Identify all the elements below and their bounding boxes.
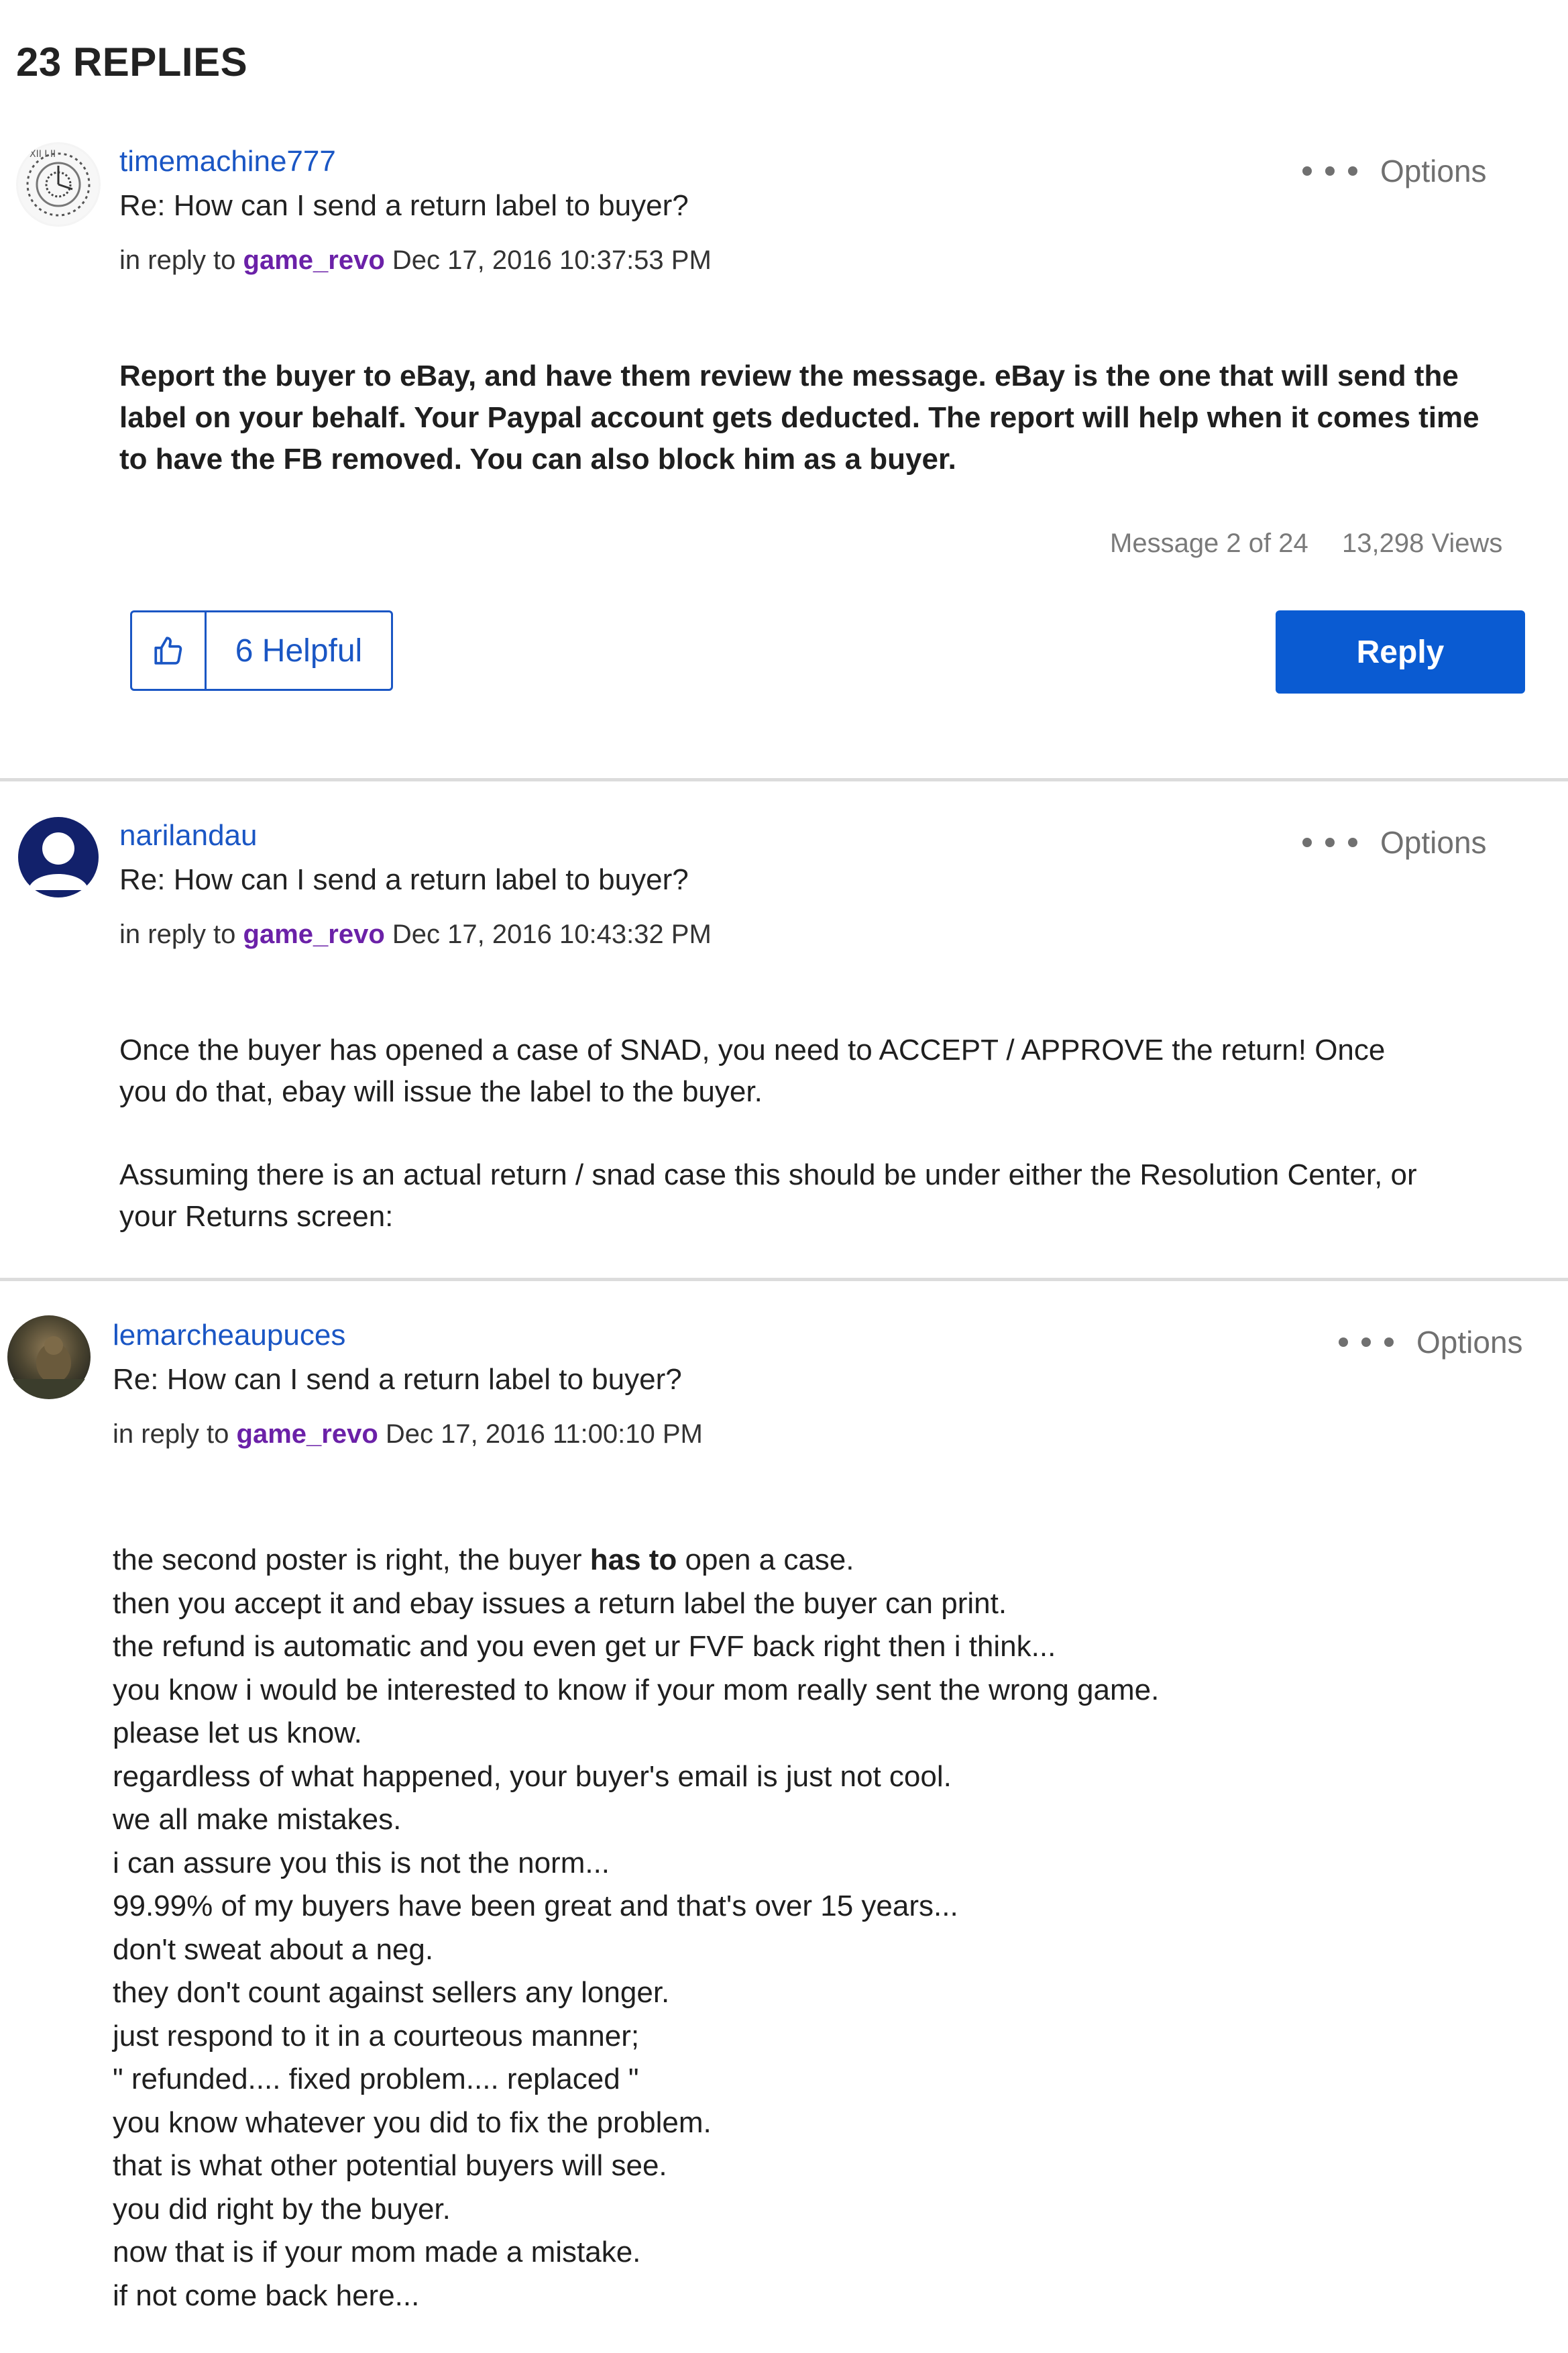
- post-timestamp: Dec 17, 2016 11:00:10 PM: [385, 1419, 703, 1449]
- body-line: " refunded.... fixed problem.... replace…: [113, 2063, 639, 2095]
- post-author[interactable]: timemachine777: [119, 145, 336, 178]
- photo-avatar-icon: [7, 1315, 91, 1399]
- body-line: [119, 1113, 1417, 1154]
- post-body: Report the buyer to eBay, and have them …: [119, 355, 1479, 480]
- more-dots-icon: [1302, 838, 1357, 847]
- body-line: you do that, ebay will issue the label t…: [119, 1075, 763, 1108]
- in-reply-prefix: in reply to: [113, 1419, 229, 1449]
- more-dots-icon: [1339, 1337, 1394, 1347]
- body-line: Once the buyer has opened a case of SNAD…: [119, 1034, 1386, 1066]
- body-line: now that is if your mom made a mistake.: [113, 2236, 641, 2268]
- post-author[interactable]: narilandau: [119, 819, 258, 853]
- body-line: regardless of what happened, your buyer'…: [113, 1759, 952, 1793]
- in-reply-prefix: in reply to: [119, 920, 236, 949]
- body-line: you know whatever you did to fix the pro…: [113, 2105, 712, 2139]
- body-line: your Returns screen:: [119, 1200, 394, 1233]
- reply-post: narilandau Re: How can I send a return l…: [0, 781, 1568, 1278]
- post-body: the second poster is right, the buyer ha…: [113, 1539, 1159, 2317]
- message-stats: Message 2 of 24 13,298 Views: [1110, 529, 1502, 559]
- message-position: Message 2 of 24: [1110, 529, 1308, 558]
- clock-avatar-icon: XII I II: [18, 144, 99, 225]
- helpful-button[interactable]: 6 Helpful: [130, 610, 393, 691]
- options-menu[interactable]: Options: [1302, 153, 1487, 189]
- reply-to-user-link[interactable]: game_revo: [243, 245, 385, 275]
- post-timestamp: Dec 17, 2016 10:37:53 PM: [392, 245, 712, 275]
- view-count: 13,298 Views: [1342, 529, 1503, 558]
- body-line: just respond to it in a courteous manner…: [113, 2019, 640, 2053]
- body-line: don't sweat about a neg.: [113, 1932, 434, 1966]
- thumbs-up-icon: [132, 612, 207, 689]
- reply-button[interactable]: Reply: [1276, 610, 1525, 694]
- reply-to-user-link[interactable]: game_revo: [237, 1419, 378, 1449]
- post-subject: Re: How can I send a return label to buy…: [113, 1363, 682, 1396]
- reply-to-user-link[interactable]: game_revo: [243, 920, 385, 949]
- body-line: label on your behalf. Your Paypal accoun…: [119, 401, 1479, 434]
- post-meta: in reply to game_revo Dec 17, 2016 10:37…: [119, 245, 712, 276]
- body-line: to have the FB removed. You can also blo…: [119, 443, 956, 476]
- avatar[interactable]: [16, 815, 101, 899]
- post-meta: in reply to game_revo Dec 17, 2016 10:43…: [119, 920, 712, 950]
- post-subject: Re: How can I send a return label to buy…: [119, 863, 689, 896]
- helpful-count: 6 Helpful: [235, 633, 363, 669]
- post-author[interactable]: lemarcheaupuces: [113, 1319, 345, 1352]
- in-reply-prefix: in reply to: [119, 245, 236, 275]
- more-dots-icon: [1302, 166, 1357, 176]
- body-line: i can assure you this is not the norm...: [113, 1846, 610, 1879]
- avatar[interactable]: XII I II: [16, 142, 101, 227]
- body-line: 99.99% of my buyers have been great and …: [113, 1890, 958, 1922]
- post-timestamp: Dec 17, 2016 10:43:32 PM: [392, 920, 712, 949]
- default-user-icon: [18, 817, 99, 897]
- options-label: Options: [1380, 825, 1487, 860]
- options-label: Options: [1416, 1325, 1523, 1360]
- svg-text:XII I II: XII I II: [30, 149, 56, 160]
- body-text-part: open a case.: [677, 1543, 854, 1576]
- body-line: they don't count against sellers any lon…: [113, 1976, 670, 2009]
- body-line: the second poster is right, the buyer ha…: [113, 1539, 1159, 1582]
- body-line: then you accept it and ebay issues a ret…: [113, 1586, 1007, 1620]
- body-line: you know i would be interested to know i…: [113, 1673, 1160, 1706]
- body-line: we all make mistakes.: [113, 1803, 402, 1836]
- body-line: Assuming there is an actual return / sna…: [119, 1158, 1417, 1191]
- reply-post: XII I II timemachine777 Re: How can I se…: [0, 0, 1568, 778]
- body-line: please let us know.: [113, 1716, 362, 1749]
- body-emphasis: has to: [590, 1543, 677, 1576]
- post-body: Once the buyer has opened a case of SNAD…: [119, 1030, 1417, 1238]
- post-meta: in reply to game_revo Dec 17, 2016 11:00…: [113, 1419, 703, 1449]
- reply-post: lemarcheaupuces Re: How can I send a ret…: [0, 1281, 1568, 2353]
- options-label: Options: [1380, 154, 1487, 188]
- avatar[interactable]: [7, 1315, 91, 1399]
- body-line: you did right by the buyer.: [113, 2192, 451, 2226]
- body-line: the refund is automatic and you even get…: [113, 1630, 1056, 1663]
- options-menu[interactable]: Options: [1302, 824, 1487, 861]
- body-line: if not come back here...: [113, 2279, 420, 2312]
- body-line: that is what other potential buyers will…: [113, 2149, 667, 2182]
- body-line: Report the buyer to eBay, and have them …: [119, 360, 1459, 392]
- options-menu[interactable]: Options: [1339, 1324, 1523, 1360]
- body-text-part: the second poster is right, the buyer: [113, 1543, 590, 1576]
- post-subject: Re: How can I send a return label to buy…: [119, 189, 689, 222]
